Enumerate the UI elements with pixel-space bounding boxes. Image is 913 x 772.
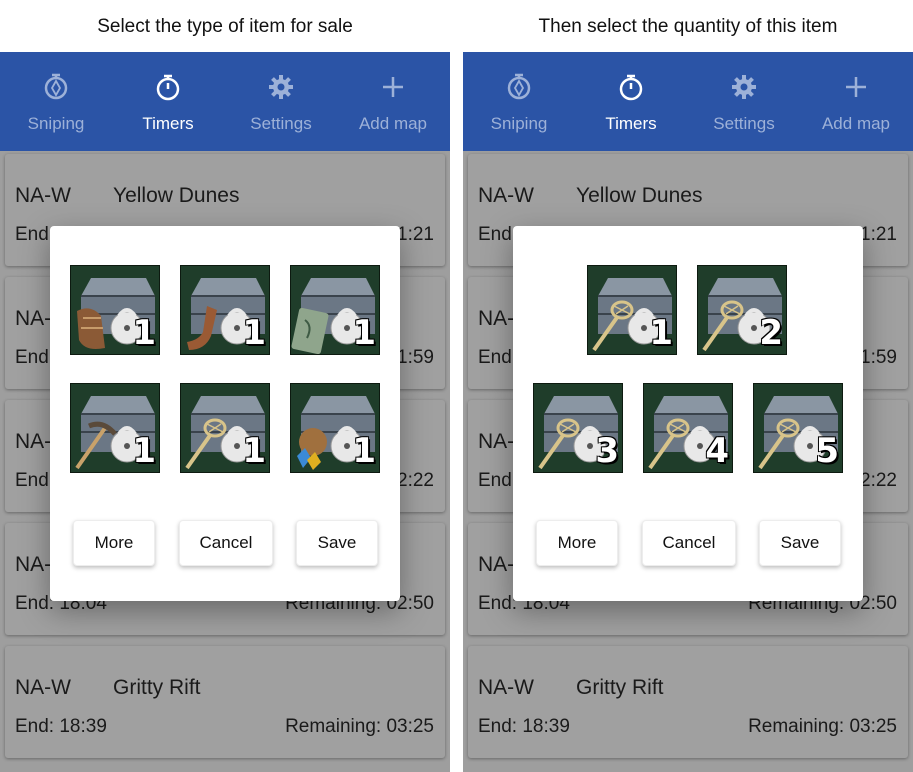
item-quantity-dialog: 1 2 3 4 5 More Cancel Save bbox=[513, 226, 863, 601]
quantity-tile[interactable]: 4 bbox=[643, 383, 733, 473]
nav-settings[interactable]: Settings bbox=[688, 52, 800, 151]
remaining-time: 1:59 bbox=[397, 347, 434, 368]
map-name: Gritty Rift bbox=[576, 676, 664, 699]
remaining-time: 1:59 bbox=[860, 347, 897, 368]
stopwatch-icon bbox=[616, 72, 646, 102]
map-name: Yellow Dunes bbox=[576, 184, 703, 207]
nav-label: Settings bbox=[250, 114, 312, 133]
gear-icon bbox=[729, 72, 759, 102]
remaining-time: 2:22 bbox=[397, 470, 434, 491]
quantity-tile[interactable]: 1 bbox=[587, 265, 677, 355]
nav-label: Timers bbox=[142, 114, 194, 133]
save-button[interactable]: Save bbox=[296, 520, 378, 566]
item-type-dialog: 1 1 1 1 1 1 More Cancel Save bbox=[50, 226, 400, 601]
item-quantity: 5 bbox=[815, 431, 839, 471]
item-quantity: 2 bbox=[759, 313, 783, 353]
item-tile[interactable]: 1 bbox=[180, 265, 270, 355]
remaining-time: Remaining: 03:25 bbox=[748, 716, 897, 737]
end-time: End bbox=[478, 470, 512, 491]
more-button[interactable]: More bbox=[73, 520, 155, 566]
quantity-tile[interactable]: 2 bbox=[697, 265, 787, 355]
item-quantity: 1 bbox=[242, 431, 266, 471]
cancel-button[interactable]: Cancel bbox=[179, 520, 273, 566]
nav-add-map[interactable]: Add map bbox=[337, 52, 449, 151]
more-button[interactable]: More bbox=[536, 520, 618, 566]
end-time: End bbox=[15, 470, 49, 491]
region-label: NA-W bbox=[478, 184, 534, 207]
item-tile[interactable]: 1 bbox=[70, 383, 160, 473]
map-name: Yellow Dunes bbox=[113, 184, 240, 207]
item-quantity: 3 bbox=[595, 431, 619, 471]
app-bar: Sniping Timers Settings Add map bbox=[463, 52, 913, 151]
aperture-icon bbox=[41, 72, 71, 102]
app-bar: Sniping Timers Settings Add map bbox=[0, 52, 450, 151]
nav-settings[interactable]: Settings bbox=[225, 52, 337, 151]
end-time: End: 18:39 bbox=[15, 716, 107, 737]
nav-timers[interactable]: Timers bbox=[112, 52, 224, 151]
item-quantity: 1 bbox=[132, 431, 156, 471]
item-tile[interactable]: 1 bbox=[180, 383, 270, 473]
end-time: End bbox=[478, 347, 512, 368]
map-name: Gritty Rift bbox=[113, 676, 201, 699]
aperture-icon bbox=[504, 72, 534, 102]
cancel-button[interactable]: Cancel bbox=[642, 520, 736, 566]
item-tile[interactable]: 1 bbox=[290, 383, 380, 473]
nav-label: Sniping bbox=[27, 114, 85, 133]
nav-label: Timers bbox=[605, 114, 657, 133]
nav-add-map[interactable]: Add map bbox=[800, 52, 912, 151]
region-label: NA-W bbox=[478, 676, 534, 699]
item-quantity: 1 bbox=[242, 313, 266, 353]
quantity-tile[interactable]: 5 bbox=[753, 383, 843, 473]
nav-sniping[interactable]: Sniping bbox=[0, 52, 112, 151]
nav-label: Add map bbox=[358, 114, 428, 133]
region-label: NA-W bbox=[15, 184, 71, 207]
nav-timers[interactable]: Timers bbox=[575, 52, 687, 151]
stopwatch-icon bbox=[153, 72, 183, 102]
item-quantity: 4 bbox=[705, 431, 729, 471]
quantity-tile[interactable]: 3 bbox=[533, 383, 623, 473]
end-time: End bbox=[15, 347, 49, 368]
remaining-time: 2:22 bbox=[860, 470, 897, 491]
nav-label: Sniping bbox=[490, 114, 548, 133]
plus-icon bbox=[378, 72, 408, 102]
item-quantity: 1 bbox=[352, 431, 376, 471]
nav-label: Settings bbox=[713, 114, 775, 133]
timer-card[interactable]: NA-W Gritty Rift End: 18:39 Remaining: 0… bbox=[5, 646, 445, 758]
save-button[interactable]: Save bbox=[759, 520, 841, 566]
remaining-time: Remaining: 03:25 bbox=[285, 716, 434, 737]
item-quantity: 1 bbox=[352, 313, 376, 353]
right-caption: Then select the quantity of this item bbox=[538, 16, 838, 37]
timer-card[interactable]: NA-W Gritty Rift End: 18:39 Remaining: 0… bbox=[468, 646, 908, 758]
plus-icon bbox=[841, 72, 871, 102]
nav-sniping[interactable]: Sniping bbox=[463, 52, 575, 151]
item-quantity: 1 bbox=[132, 313, 156, 353]
end-time: End: 18:39 bbox=[478, 716, 570, 737]
item-quantity: 1 bbox=[649, 313, 673, 353]
item-tile[interactable]: 1 bbox=[70, 265, 160, 355]
item-tile[interactable]: 1 bbox=[290, 265, 380, 355]
region-label: NA-W bbox=[15, 676, 71, 699]
right-phone-screen: Sniping Timers Settings Add map NA-W Yel… bbox=[463, 52, 913, 772]
gear-icon bbox=[266, 72, 296, 102]
nav-label: Add map bbox=[821, 114, 891, 133]
left-phone-screen: Sniping Timers Settings Add map NA-W Yel… bbox=[0, 52, 450, 772]
left-caption: Select the type of item for sale bbox=[97, 16, 353, 37]
